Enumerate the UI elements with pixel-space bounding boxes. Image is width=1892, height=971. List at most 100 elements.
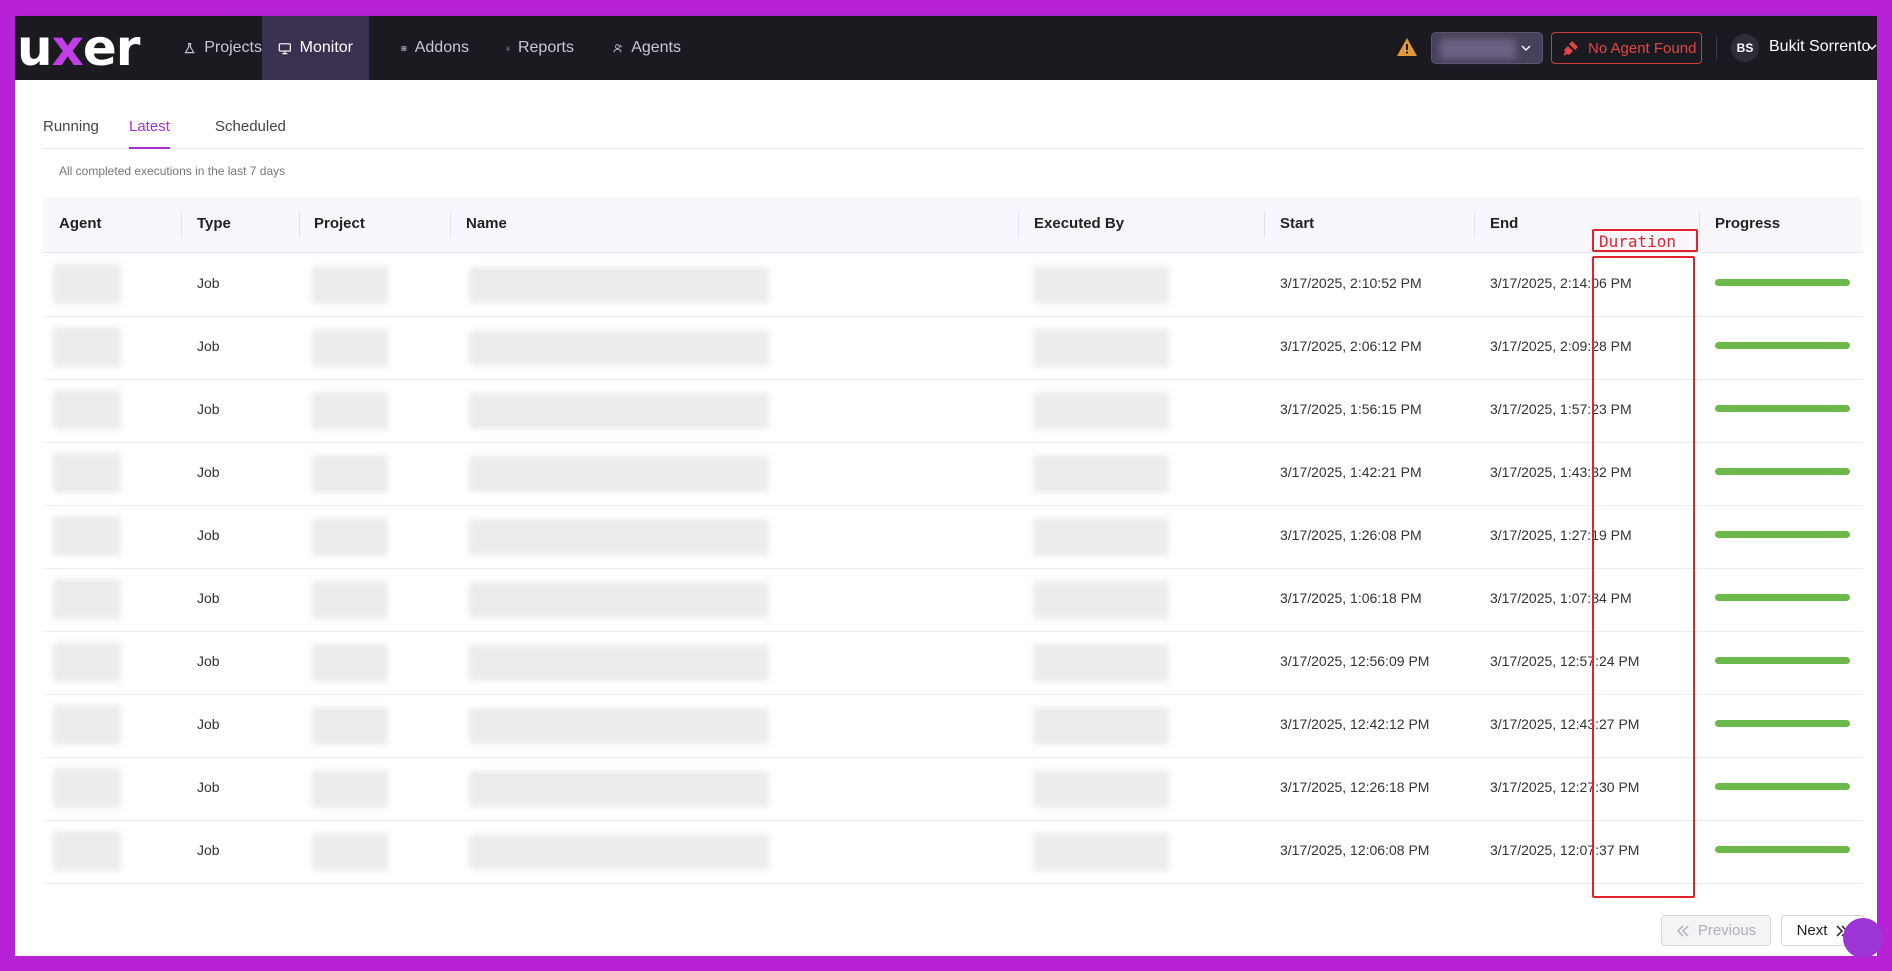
progress-bar — [1715, 342, 1850, 349]
type-cell: Job — [197, 275, 220, 291]
progress-bar — [1715, 657, 1850, 664]
column-header-name[interactable]: Name — [466, 215, 507, 232]
agent-cell-redacted — [53, 516, 121, 556]
executed-by-cell-redacted — [1033, 518, 1169, 556]
start-cell: 3/17/2025, 12:56:09 PM — [1280, 653, 1430, 669]
name-cell-redacted — [469, 708, 769, 744]
project-cell-redacted — [312, 581, 388, 619]
start-cell: 3/17/2025, 12:26:18 PM — [1280, 779, 1430, 795]
table-row[interactable]: Job 3/17/2025, 1:26:08 PM 3/17/2025, 1:27:… — [43, 505, 1863, 569]
name-cell-redacted — [469, 393, 769, 429]
table-header: Agent Type Project Name Executed By Star… — [43, 197, 1863, 253]
top-navigation-bar: u x er Projects Monitor Addons Reports Age… — [15, 16, 1877, 80]
table-row[interactable]: Job 3/17/2025, 12:26:18 PM 3/17/2025, 12:2… — [43, 757, 1863, 821]
name-cell-redacted — [469, 834, 769, 870]
name-cell-redacted — [469, 267, 769, 303]
duration-column-annotation — [1592, 256, 1695, 898]
environment-select[interactable] — [1431, 32, 1543, 64]
executed-by-cell-redacted — [1033, 707, 1169, 745]
name-cell-redacted — [469, 330, 769, 366]
plug-disconnected-icon — [1563, 41, 1578, 56]
tab-scheduled[interactable]: Scheduled — [215, 118, 286, 147]
table-row[interactable]: Job 3/17/2025, 2:06:12 PM 3/17/2025, 2:09:… — [43, 316, 1863, 380]
start-cell: 3/17/2025, 1:42:21 PM — [1280, 464, 1422, 480]
column-divider — [181, 211, 182, 238]
nav-agents[interactable]: Agents — [597, 16, 697, 80]
project-cell-redacted — [312, 833, 388, 871]
agent-status-button[interactable]: No Agent Found — [1551, 32, 1702, 64]
agent-cell-redacted — [53, 327, 121, 367]
executed-by-cell-redacted — [1033, 455, 1169, 493]
environment-value — [1440, 39, 1516, 59]
start-cell: 3/17/2025, 1:56:15 PM — [1280, 401, 1422, 417]
tab-running[interactable]: Running — [43, 118, 99, 147]
uxer-logo[interactable]: u x er — [17, 19, 140, 77]
type-cell: Job — [197, 716, 220, 732]
column-header-agent[interactable]: Agent — [59, 215, 102, 232]
type-cell: Job — [197, 338, 220, 354]
column-divider — [1474, 211, 1475, 238]
project-cell-redacted — [312, 707, 388, 745]
previous-page-button[interactable]: Previous — [1661, 915, 1771, 946]
project-cell-redacted — [312, 770, 388, 808]
type-cell: Job — [197, 464, 220, 480]
table-row[interactable]: Job 3/17/2025, 1:56:15 PM 3/17/2025, 1:57:… — [43, 379, 1863, 443]
name-cell-redacted — [469, 771, 769, 807]
start-cell: 3/17/2025, 1:26:08 PM — [1280, 527, 1422, 543]
nav-addons[interactable]: Addons — [385, 16, 485, 80]
column-header-progress[interactable]: Progress — [1715, 215, 1780, 232]
agent-cell-redacted — [53, 264, 121, 304]
document-icon — [506, 46, 510, 50]
column-divider — [299, 211, 300, 238]
header-divider — [1716, 36, 1717, 60]
name-cell-redacted — [469, 645, 769, 681]
executed-by-cell-redacted — [1033, 644, 1169, 682]
column-header-type[interactable]: Type — [197, 215, 231, 232]
project-cell-redacted — [312, 329, 388, 367]
app-window: u x er Projects Monitor Addons Reports Age… — [15, 16, 1877, 956]
column-header-start[interactable]: Start — [1280, 215, 1314, 232]
executed-by-cell-redacted — [1033, 833, 1169, 871]
chevron-down-icon[interactable] — [1867, 42, 1877, 52]
column-divider — [450, 211, 451, 238]
executed-by-cell-redacted — [1033, 581, 1169, 619]
executed-by-cell-redacted — [1033, 329, 1169, 367]
column-header-project[interactable]: Project — [314, 215, 365, 232]
agent-cell-redacted — [53, 642, 121, 682]
table-row[interactable]: Job 3/17/2025, 12:42:12 PM 3/17/2025, 12:4… — [43, 694, 1863, 758]
help-button[interactable] — [1843, 918, 1883, 958]
nav-monitor[interactable]: Monitor — [262, 16, 369, 80]
name-cell-redacted — [469, 456, 769, 492]
avatar[interactable]: BS — [1731, 34, 1759, 62]
progress-bar — [1715, 279, 1850, 286]
name-cell-redacted — [469, 519, 769, 555]
table-row[interactable]: Job 3/17/2025, 1:42:21 PM 3/17/2025, 1:43:… — [43, 442, 1863, 506]
executed-by-cell-redacted — [1033, 392, 1169, 430]
column-header-end[interactable]: End — [1490, 215, 1518, 232]
progress-bar — [1715, 720, 1850, 727]
progress-bar — [1715, 405, 1850, 412]
name-cell-redacted — [469, 582, 769, 618]
start-cell: 3/17/2025, 2:06:12 PM — [1280, 338, 1422, 354]
progress-bar — [1715, 783, 1850, 790]
tab-latest[interactable]: Latest — [129, 118, 170, 149]
flask-icon — [184, 42, 195, 53]
nav-reports[interactable]: Reports — [490, 16, 590, 80]
table-row[interactable]: Job 3/17/2025, 2:10:52 PM 3/17/2025, 2:14:… — [43, 253, 1863, 317]
progress-bar — [1715, 468, 1850, 475]
addons-icon — [401, 45, 407, 51]
table-row[interactable]: Job 3/17/2025, 12:06:08 PM 3/17/2025, 12:0… — [43, 820, 1863, 884]
type-cell: Job — [197, 779, 220, 795]
table-row[interactable]: Job 3/17/2025, 12:56:09 PM 3/17/2025, 12:5… — [43, 631, 1863, 695]
column-header-executed-by[interactable]: Executed By — [1034, 215, 1124, 232]
table-row[interactable]: Job 3/17/2025, 1:06:18 PM 3/17/2025, 1:07:… — [43, 568, 1863, 632]
chevron-down-icon — [1521, 45, 1531, 52]
agent-cell-redacted — [53, 831, 121, 871]
start-cell: 3/17/2025, 1:06:18 PM — [1280, 590, 1422, 606]
executions-subtitle: All completed executions in the last 7 d… — [59, 164, 286, 178]
warning-icon[interactable] — [1396, 37, 1418, 57]
progress-bar — [1715, 846, 1850, 853]
project-cell-redacted — [312, 455, 388, 493]
agent-cell-redacted — [53, 768, 121, 808]
user-name[interactable]: Bukit Sorrento — [1769, 38, 1870, 56]
